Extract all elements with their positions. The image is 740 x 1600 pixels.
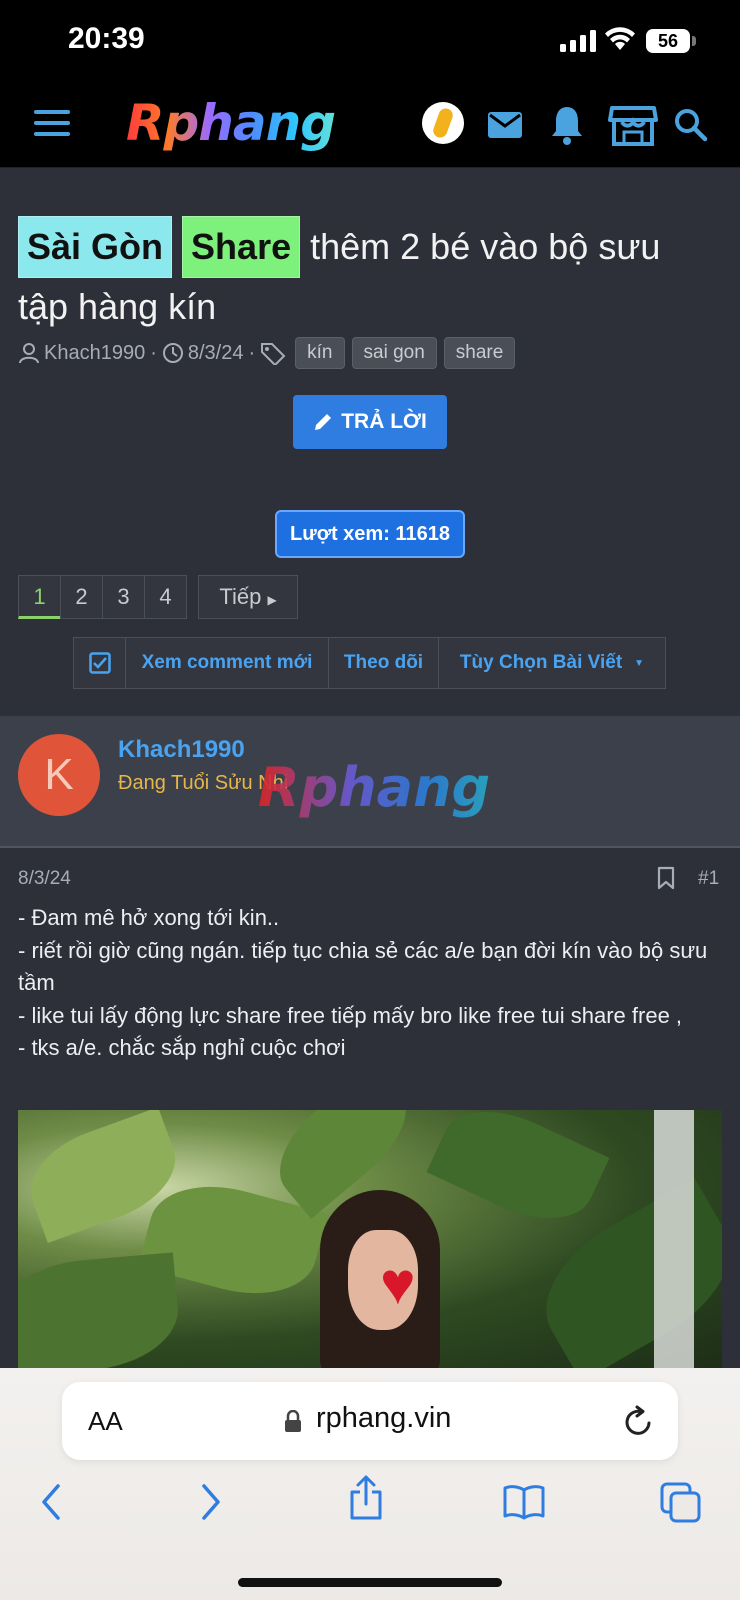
caret-right-icon: ▶ — [267, 593, 277, 607]
thread-header: Sài Gòn Share thêm 2 bé vào bộ sưu tập h… — [0, 168, 740, 716]
thread-options-dropdown[interactable]: Tùy Chọn Bài Viết ▼ — [439, 638, 665, 688]
bell-icon[interactable] — [550, 104, 584, 146]
new-comments-button[interactable]: Xem comment mới — [126, 638, 329, 688]
person-figure: ♥ — [320, 1190, 440, 1368]
page-4[interactable]: 4 — [144, 575, 187, 619]
tag-sai-gon[interactable]: sai gon — [351, 337, 437, 369]
post-date[interactable]: 8/3/24 — [18, 868, 71, 890]
tag-share[interactable]: share — [443, 337, 516, 369]
back-icon[interactable] — [36, 1482, 66, 1522]
post-line: - Đam mê hở xong tới kin.. — [18, 905, 280, 930]
reply-button-label: TRẢ LỜI — [341, 410, 427, 433]
meta-separator: · — [150, 341, 157, 364]
page-2[interactable]: 2 — [60, 575, 103, 619]
tags-icon — [261, 343, 286, 365]
thread-options-label: Tùy Chọn Bài Viết — [459, 652, 623, 673]
thread-meta: Khach1990 · 8/3/24 · kín sai gon share — [18, 336, 516, 370]
chevron-down-icon: ▼ — [634, 657, 645, 669]
reply-button[interactable]: TRẢ LỜI — [293, 395, 447, 449]
lock-icon — [285, 1410, 301, 1432]
follow-button[interactable]: Theo dõi — [329, 638, 439, 688]
cellular-signal-icon — [560, 30, 596, 52]
page-1[interactable]: 1 — [18, 575, 61, 619]
next-page-button[interactable]: Tiếp ▶ — [198, 575, 298, 619]
thread-actions-bar: Xem comment mới Theo dõi Tùy Chọn Bài Vi… — [73, 637, 666, 689]
reload-icon[interactable] — [622, 1404, 654, 1438]
watermark-logo: Rphang — [258, 756, 491, 819]
leaf — [18, 1252, 183, 1368]
post-line: - like tui lấy động lực share free tiếp … — [18, 1002, 683, 1028]
author-avatar[interactable]: K — [18, 734, 100, 816]
home-indicator — [238, 1578, 502, 1587]
menu-icon[interactable] — [34, 110, 70, 140]
heart-icon: ♥ — [380, 1250, 416, 1317]
battery-indicator: 56 — [646, 29, 690, 53]
window-frame — [654, 1110, 694, 1368]
user-avatar[interactable] — [422, 102, 464, 144]
thread-date: 8/3/24 — [187, 341, 244, 364]
post-line: - riết rồi giờ cũng ngán. tiếp tục chia … — [18, 937, 708, 996]
search-icon[interactable] — [674, 108, 708, 142]
view-count-badge: Lượt xem: 11618 — [275, 510, 465, 558]
pencil-icon — [315, 414, 332, 430]
post-body: 8/3/24 #1 - Đam mê hở xong tới kin.. - r… — [0, 848, 740, 1368]
post-author-name[interactable]: Khach1990 — [118, 736, 245, 764]
post-number[interactable]: #1 — [698, 868, 719, 890]
address-bar[interactable]: AA rphang.vin — [62, 1382, 678, 1460]
battery-tip — [692, 36, 696, 46]
store-icon[interactable] — [608, 104, 658, 148]
site-header: Rphang — [0, 84, 740, 168]
leaf — [426, 1110, 610, 1240]
prefix-badge-saigon[interactable]: Sài Gòn — [18, 216, 173, 278]
bookmarks-icon[interactable] — [502, 1482, 546, 1522]
status-bar: 20:39 56 — [0, 0, 740, 84]
tag-kin[interactable]: kín — [295, 337, 345, 369]
post-image[interactable]: ♥ — [18, 1110, 722, 1368]
bookmark-icon[interactable] — [656, 866, 676, 890]
post-line: - tks a/e. chắc sắp nghỉ cuộc chơi — [18, 1035, 346, 1060]
thread-author[interactable]: Khach1990 — [44, 342, 145, 365]
mail-icon[interactable] — [487, 104, 523, 144]
post-author-panel: K Khach1990 Đang Tuổi Sửu Nhi Rphang — [0, 716, 740, 848]
forward-icon[interactable] — [196, 1482, 226, 1522]
browser-bottom-bar: AA rphang.vin — [0, 1368, 740, 1600]
status-time: 20:39 — [68, 22, 145, 55]
meta-separator: · — [248, 341, 256, 364]
thread-title: Sài Gòn Share thêm 2 bé vào bộ sưu tập h… — [18, 216, 718, 336]
wifi-icon — [605, 27, 635, 50]
next-page-label: Tiếp — [219, 584, 262, 609]
checkbox-icon — [88, 652, 111, 674]
pagination: 1 2 3 4 Tiếp ▶ — [18, 575, 298, 619]
tabs-icon[interactable] — [660, 1482, 702, 1524]
prefix-badge-share[interactable]: Share — [182, 216, 301, 278]
page-3[interactable]: 3 — [102, 575, 145, 619]
post-text: - Đam mê hở xong tới kin.. - riết rồi gi… — [18, 902, 726, 1065]
select-checkbox[interactable] — [74, 638, 126, 688]
clock-icon — [162, 343, 183, 363]
reader-settings-button[interactable]: AA — [88, 1406, 123, 1437]
user-icon — [19, 343, 39, 364]
url-text[interactable]: rphang.vin — [316, 1402, 451, 1435]
share-icon[interactable] — [348, 1474, 384, 1522]
site-logo[interactable]: Rphang — [126, 94, 336, 152]
